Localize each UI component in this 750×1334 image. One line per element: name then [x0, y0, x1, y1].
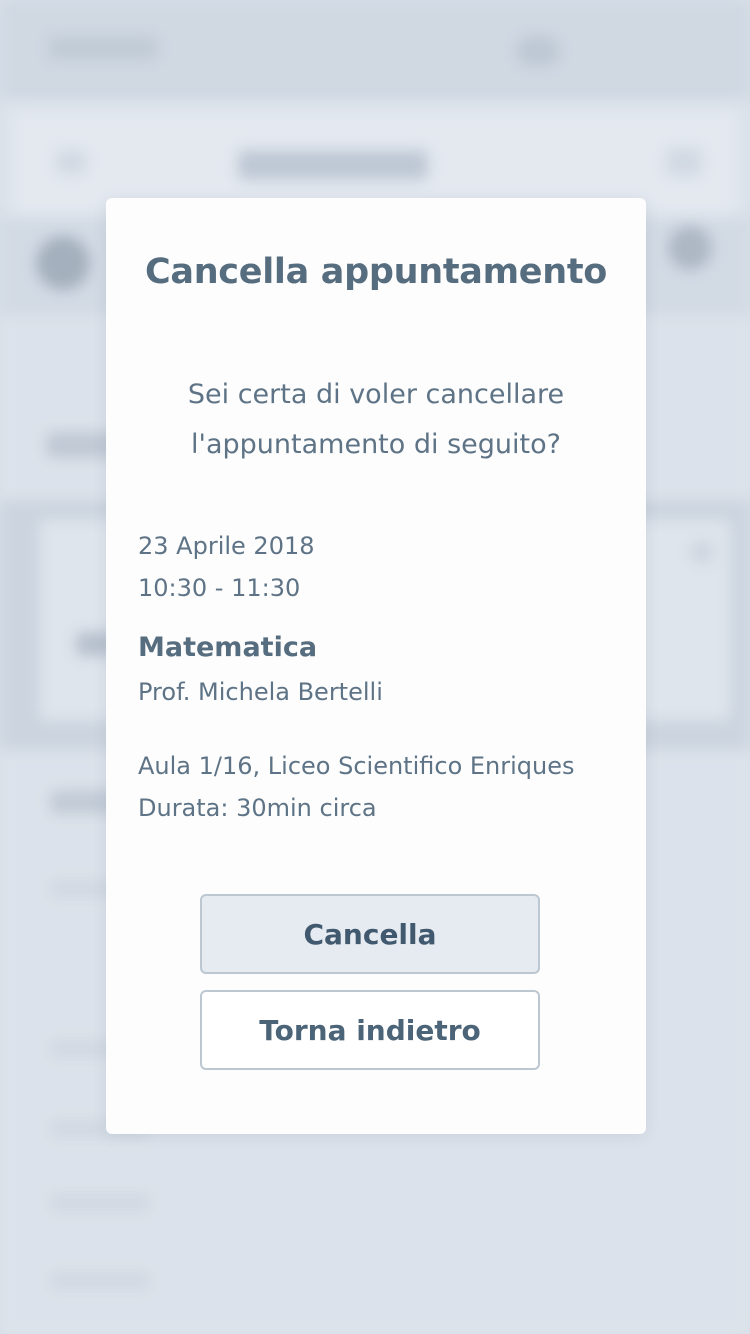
- appointment-subject: Matematica: [138, 632, 318, 663]
- dialog-question: Sei certa di voler cancellare l'appuntam…: [146, 370, 606, 470]
- dialog-question-line2: l'appuntamento di seguito?: [191, 429, 561, 460]
- dialog-title: Cancella appuntamento: [144, 252, 607, 292]
- appointment-location: Aula 1/16, Liceo Scientifico Enriques: [138, 752, 575, 780]
- cancel-appointment-dialog: Cancella appuntamento Sei certa di voler…: [106, 198, 646, 1134]
- go-back-button[interactable]: Torna indietro: [200, 990, 540, 1070]
- appointment-time: 10:30 - 11:30: [138, 574, 301, 602]
- appointment-teacher: Prof. Michela Bertelli: [138, 678, 383, 706]
- appointment-date: 23 Aprile 2018: [138, 532, 315, 560]
- dialog-question-line1: Sei certa di voler cancellare: [187, 379, 565, 410]
- appointment-duration: Durata: 30min circa: [138, 794, 377, 822]
- cancel-appointment-button[interactable]: Cancella: [200, 894, 540, 974]
